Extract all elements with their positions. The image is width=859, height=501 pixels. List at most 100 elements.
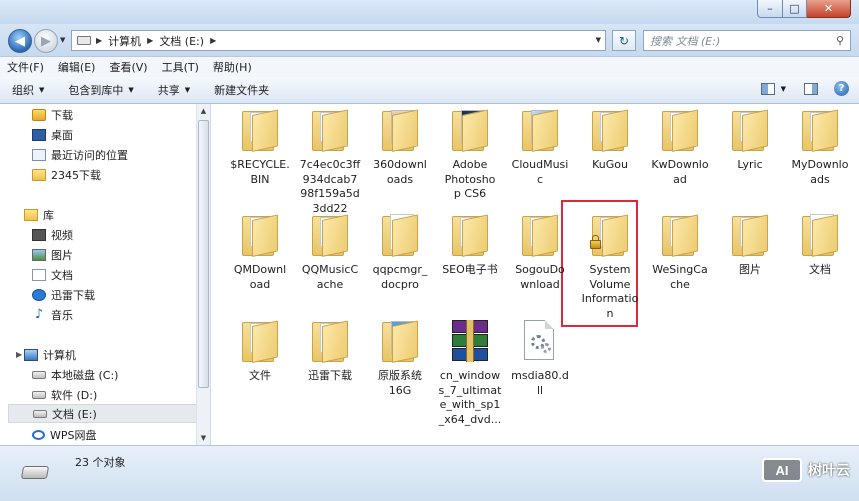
menu-edit[interactable]: 编辑(E)	[51, 59, 103, 75]
nav-item-drive-e[interactable]: 文档 (E:)	[8, 404, 196, 423]
chevron-right-icon[interactable]: ▶	[94, 36, 104, 45]
file-name-line: 文件	[249, 369, 271, 382]
nav-item-documents[interactable]: 文档	[32, 265, 73, 284]
expand-computer-icon[interactable]: ▶	[16, 350, 22, 359]
file-name-line: QQMusicC	[301, 263, 359, 276]
nav-item-label: 下载	[51, 108, 73, 122]
back-button[interactable]: ◀	[8, 29, 32, 53]
file-item[interactable]: SogouDo wnload	[505, 214, 575, 292]
navigation-bar: ◀ ▶ ▼ ▶ 计算机 ▶ 文档 (E:) ▶ ▼ ↻ 搜索 文档 (E:) ⚲	[0, 24, 859, 56]
file-item[interactable]: Lyric	[715, 109, 785, 173]
folder-icon	[378, 109, 422, 153]
nav-libraries[interactable]: 库	[24, 205, 54, 224]
forward-button[interactable]: ▶	[34, 29, 58, 53]
file-name-line: qqpcmgr_	[372, 263, 428, 276]
search-input[interactable]: 搜索 文档 (E:) ⚲	[643, 30, 851, 51]
breadcrumb-drive-e[interactable]: 文档 (E:)	[155, 33, 208, 49]
share-button[interactable]: 共享 ▼	[146, 82, 202, 98]
menu-file[interactable]: 文件(F)	[0, 59, 51, 75]
scrollbar-thumb[interactable]	[198, 120, 209, 388]
file-item[interactable]: cn_window s_7_ultimat e_with_sp1 _x64_dvd..…	[435, 320, 505, 427]
nav-item-2345-downloads[interactable]: 2345下载	[32, 165, 101, 184]
change-view-icon[interactable]	[760, 82, 775, 95]
file-name-line: ll	[536, 383, 544, 397]
file-item[interactable]: Adobe Photosho p CS6	[435, 109, 505, 202]
organize-label: 组织	[12, 84, 34, 97]
nav-item-thunder-downloads[interactable]: 迅雷下载	[32, 285, 95, 304]
nav-item-music[interactable]: ♪ 音乐	[32, 305, 73, 324]
new-folder-button[interactable]: 新建文件夹	[202, 82, 281, 98]
scroll-down-icon[interactable]: ▼	[197, 431, 210, 445]
file-item[interactable]: 图片	[715, 214, 785, 278]
folder-icon	[378, 320, 422, 364]
file-item[interactable]: 文档	[785, 214, 855, 278]
address-dropdown-icon[interactable]: ▼	[596, 36, 601, 44]
item-count: 23 个对象	[75, 456, 126, 469]
file-list: $RECYCLE. BIN 7c4ec0c3ff 934dcab7 98f159a5d 3…	[211, 104, 859, 445]
nav-item-pictures[interactable]: 图片	[32, 245, 73, 264]
chevron-right-icon[interactable]: ▶	[208, 36, 218, 45]
winrar-archive-icon	[448, 320, 492, 364]
file-item[interactable]: CloudMusi c	[505, 109, 575, 187]
file-item[interactable]: qqpcmgr_ docpro	[365, 214, 435, 292]
file-item[interactable]: KuGou	[575, 109, 645, 173]
minimize-button[interactable]: –	[757, 0, 783, 18]
file-item[interactable]: QQMusicC ache	[295, 214, 365, 292]
nav-item-drive-d[interactable]: 软件 (D:)	[32, 385, 97, 404]
file-item[interactable]: 迅雷下载	[295, 320, 365, 384]
file-name-line: 16G	[388, 383, 412, 397]
file-item[interactable]: QMDownl oad	[225, 214, 295, 292]
file-name: QQMusicC ache	[294, 263, 366, 292]
include-in-library-button[interactable]: 包含到库中 ▼	[56, 82, 145, 98]
scroll-up-icon[interactable]: ▲	[197, 104, 210, 118]
recent-pages-dropdown[interactable]: ▼	[60, 36, 65, 44]
file-name-line: 7c4ec0c3ff	[299, 158, 361, 171]
drive-icon	[20, 466, 50, 479]
file-name-line: c	[536, 172, 544, 186]
file-item[interactable]: msdia80.d ll	[505, 320, 575, 398]
folder-icon	[308, 109, 352, 153]
maximize-button[interactable]: □	[783, 0, 807, 18]
file-name-line: WeSingCa	[652, 263, 708, 276]
search-icon[interactable]: ⚲	[836, 34, 844, 47]
chevron-right-icon[interactable]: ▶	[145, 36, 155, 45]
file-name: 图片	[714, 263, 786, 278]
nav-item-videos[interactable]: 视频	[32, 225, 73, 244]
file-name: 7c4ec0c3ff 934dcab7 98f159a5d 3dd22	[294, 158, 366, 216]
file-item[interactable]: SEO电子书	[435, 214, 505, 278]
file-item[interactable]: System Volume Informatio n	[575, 214, 645, 321]
file-item[interactable]: MyDownlo ads	[785, 109, 855, 187]
file-name-line: n	[606, 306, 614, 320]
file-item[interactable]: 360downl oads	[365, 109, 435, 187]
file-item[interactable]: 原版系统 16G	[365, 320, 435, 398]
menu-tools[interactable]: 工具(T)	[155, 59, 206, 75]
folder-icon	[238, 214, 282, 258]
breadcrumb-computer[interactable]: 计算机	[104, 33, 145, 49]
file-item[interactable]: $RECYCLE. BIN	[225, 109, 295, 187]
file-item[interactable]: 文件	[225, 320, 295, 384]
nav-computer[interactable]: 计算机	[24, 345, 76, 364]
view-options-dropdown-icon[interactable]: ▼	[781, 85, 786, 93]
address-bar[interactable]: ▶ 计算机 ▶ 文档 (E:) ▶ ▼	[71, 30, 606, 51]
file-item[interactable]: KwDownlo ad	[645, 109, 715, 187]
nav-item-downloads[interactable]: 下载	[32, 105, 73, 124]
nav-item-label: 计算机	[43, 348, 76, 362]
menu-help[interactable]: 帮助(H)	[206, 59, 259, 75]
nav-item-desktop[interactable]: 桌面	[32, 125, 73, 144]
file-item[interactable]: WeSingCa che	[645, 214, 715, 292]
nav-item-wps-cloud[interactable]: WPS网盘	[32, 425, 97, 444]
nav-pane-scrollbar[interactable]: ▲ ▼	[196, 104, 210, 445]
nav-item-recent-places[interactable]: 最近访问的位置	[32, 145, 128, 164]
file-name-line: KuGou	[592, 158, 628, 171]
nav-item-drive-c[interactable]: 本地磁盘 (C:)	[32, 365, 118, 384]
file-item[interactable]: 7c4ec0c3ff 934dcab7 98f159a5d 3dd22	[295, 109, 365, 216]
file-name-line: e_with_sp1	[439, 398, 501, 411]
menu-view[interactable]: 查看(V)	[102, 59, 154, 75]
organize-button[interactable]: 组织 ▼	[0, 82, 56, 98]
watermark: AI 树叶云	[762, 458, 850, 482]
help-icon[interactable]: ?	[834, 81, 849, 96]
refresh-button[interactable]: ↻	[612, 30, 636, 51]
preview-pane-icon[interactable]	[804, 82, 818, 95]
close-button[interactable]: ✕	[807, 0, 851, 18]
file-name-line: ads	[810, 172, 830, 186]
